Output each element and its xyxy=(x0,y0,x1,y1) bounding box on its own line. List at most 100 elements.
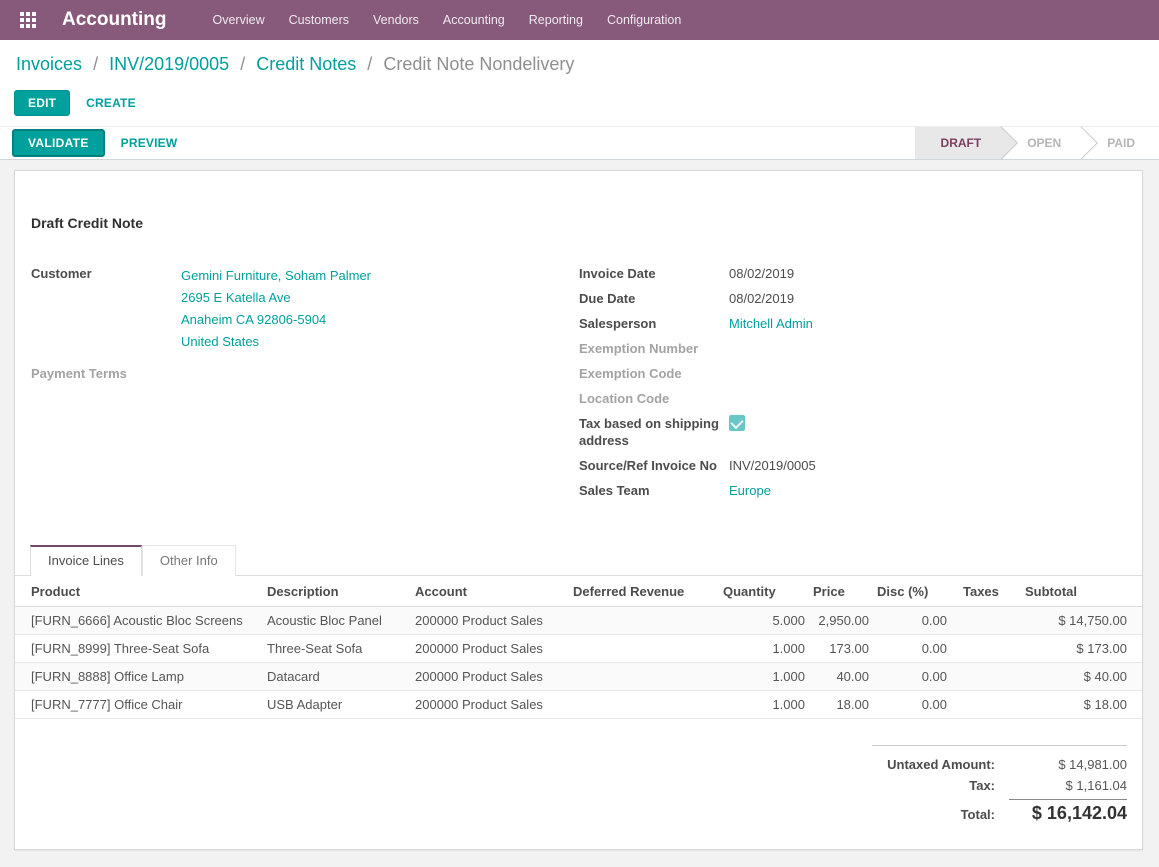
exemption-number-value xyxy=(729,340,1127,357)
cell-description: Datacard xyxy=(263,663,411,691)
col-header-quantity[interactable]: Quantity xyxy=(719,576,809,607)
tax-shipping-value xyxy=(729,415,1127,449)
due-date-value: 08/02/2019 xyxy=(729,290,1127,307)
field-salesperson: Salesperson Mitchell Admin xyxy=(579,315,1127,332)
field-source-ref: Source/Ref Invoice No INV/2019/0005 xyxy=(579,457,1127,474)
field-payment-terms: Payment Terms xyxy=(31,365,579,382)
apps-grid-icon[interactable] xyxy=(12,4,44,36)
salesperson-label: Salesperson xyxy=(579,315,729,332)
sales-team-value[interactable]: Europe xyxy=(729,482,1127,499)
col-header-disc[interactable]: Disc (%) xyxy=(873,576,951,607)
notebook-tabs: Invoice Lines Other Info xyxy=(15,545,1142,576)
cell-taxes xyxy=(951,663,1021,691)
cell-subtotal: $ 40.00 xyxy=(1021,663,1142,691)
col-header-price[interactable]: Price xyxy=(809,576,873,607)
cell-disc: 0.00 xyxy=(873,607,951,635)
tab-invoice-lines[interactable]: Invoice Lines xyxy=(30,545,142,576)
field-invoice-date: Invoice Date 08/02/2019 xyxy=(579,265,1127,282)
invoice-lines-table: Product Description Account Deferred Rev… xyxy=(15,576,1142,719)
cell-account: 200000 Product Sales xyxy=(411,663,569,691)
menu-customers[interactable]: Customers xyxy=(277,0,361,40)
document-title: Draft Credit Note xyxy=(31,215,1127,231)
menu-configuration[interactable]: Configuration xyxy=(595,0,693,40)
edit-button[interactable]: EDIT xyxy=(14,90,70,116)
total-row: Total: $ 16,142.04 xyxy=(872,796,1127,827)
form-view-container: Draft Credit Note Customer Gemini Furnit… xyxy=(0,160,1159,818)
tax-shipping-label: Tax based on shipping address xyxy=(579,415,729,449)
field-sales-team: Sales Team Europe xyxy=(579,482,1127,499)
customer-name-link[interactable]: Gemini Furniture, Soham Palmer xyxy=(181,265,579,287)
exemption-number-label: Exemption Number xyxy=(579,340,729,357)
field-exemption-code: Exemption Code xyxy=(579,365,1127,382)
table-row: [FURN_7777] Office Chair USB Adapter 200… xyxy=(15,691,1142,719)
cell-disc: 0.00 xyxy=(873,663,951,691)
breadcrumb-invoices[interactable]: Invoices xyxy=(16,54,82,74)
table-row: [FURN_8888] Office Lamp Datacard 200000 … xyxy=(15,663,1142,691)
customer-country[interactable]: United States xyxy=(181,331,579,353)
tax-value: $ 1,161.04 xyxy=(1009,778,1127,793)
cell-price: 18.00 xyxy=(809,691,873,719)
col-header-deferred-revenue[interactable]: Deferred Revenue xyxy=(569,576,719,607)
cell-description: Three-Seat Sofa xyxy=(263,635,411,663)
customer-city-zip[interactable]: Anaheim CA 92806-5904 xyxy=(181,309,579,331)
col-header-taxes[interactable]: Taxes xyxy=(951,576,1021,607)
location-code-label: Location Code xyxy=(579,390,729,407)
total-label: Total: xyxy=(961,807,995,822)
col-header-account[interactable]: Account xyxy=(411,576,569,607)
location-code-value xyxy=(729,390,1127,407)
cell-quantity: 1.000 xyxy=(719,663,809,691)
cell-subtotal: $ 173.00 xyxy=(1021,635,1142,663)
tab-other-info[interactable]: Other Info xyxy=(142,545,236,576)
breadcrumb-credit-notes[interactable]: Credit Notes xyxy=(256,54,356,74)
salesperson-value[interactable]: Mitchell Admin xyxy=(729,315,1127,332)
validate-button[interactable]: VALIDATE xyxy=(12,129,105,157)
breadcrumb-separator: / xyxy=(240,54,245,74)
menu-accounting[interactable]: Accounting xyxy=(431,0,517,40)
cell-product: [FURN_6666] Acoustic Bloc Screens xyxy=(15,607,263,635)
field-groups: Customer Gemini Furniture, Soham Palmer … xyxy=(31,265,1127,507)
field-tax-shipping: Tax based on shipping address xyxy=(579,415,1127,449)
menu-overview[interactable]: Overview xyxy=(201,0,277,40)
cell-subtotal: $ 14,750.00 xyxy=(1021,607,1142,635)
preview-button[interactable]: PREVIEW xyxy=(121,136,178,150)
cell-account: 200000 Product Sales xyxy=(411,635,569,663)
main-menu: Overview Customers Vendors Accounting Re… xyxy=(201,0,694,40)
state-steps: DRAFT OPEN PAID xyxy=(915,127,1159,159)
cell-description: Acoustic Bloc Panel xyxy=(263,607,411,635)
cell-product: [FURN_8999] Three-Seat Sofa xyxy=(15,635,263,663)
customer-street[interactable]: 2695 E Katella Ave xyxy=(181,287,579,309)
state-draft[interactable]: DRAFT xyxy=(915,127,1002,159)
menu-reporting[interactable]: Reporting xyxy=(517,0,595,40)
due-date-label: Due Date xyxy=(579,290,729,307)
create-button[interactable]: CREATE xyxy=(86,96,136,110)
cell-deferred xyxy=(569,663,719,691)
app-brand-title[interactable]: Accounting xyxy=(62,9,167,31)
totals-section: Untaxed Amount: $ 14,981.00 Tax: $ 1,161… xyxy=(872,745,1127,827)
col-header-product[interactable]: Product xyxy=(15,576,263,607)
col-header-subtotal[interactable]: Subtotal xyxy=(1021,576,1142,607)
col-header-description[interactable]: Description xyxy=(263,576,411,607)
cell-quantity: 5.000 xyxy=(719,607,809,635)
untaxed-amount-value: $ 14,981.00 xyxy=(1009,757,1127,772)
table-row: [FURN_6666] Acoustic Bloc Screens Acoust… xyxy=(15,607,1142,635)
tax-label: Tax: xyxy=(969,778,995,793)
payment-terms-value xyxy=(181,365,579,382)
cell-price: 40.00 xyxy=(809,663,873,691)
untaxed-amount-label: Untaxed Amount: xyxy=(887,757,995,772)
cell-disc: 0.00 xyxy=(873,691,951,719)
cell-description: USB Adapter xyxy=(263,691,411,719)
menu-vendors[interactable]: Vendors xyxy=(361,0,431,40)
cell-disc: 0.00 xyxy=(873,635,951,663)
customer-label: Customer xyxy=(31,265,181,353)
cell-taxes xyxy=(951,635,1021,663)
cell-taxes xyxy=(951,691,1021,719)
field-due-date: Due Date 08/02/2019 xyxy=(579,290,1127,307)
field-exemption-number: Exemption Number xyxy=(579,340,1127,357)
control-panel: Invoices / INV/2019/0005 / Credit Notes … xyxy=(0,40,1159,126)
breadcrumb-invoice-ref[interactable]: INV/2019/0005 xyxy=(109,54,229,74)
cell-deferred xyxy=(569,607,719,635)
invoice-sheet: Draft Credit Note Customer Gemini Furnit… xyxy=(14,170,1143,850)
cell-account: 200000 Product Sales xyxy=(411,607,569,635)
cell-quantity: 1.000 xyxy=(719,691,809,719)
cell-product: [FURN_8888] Office Lamp xyxy=(15,663,263,691)
